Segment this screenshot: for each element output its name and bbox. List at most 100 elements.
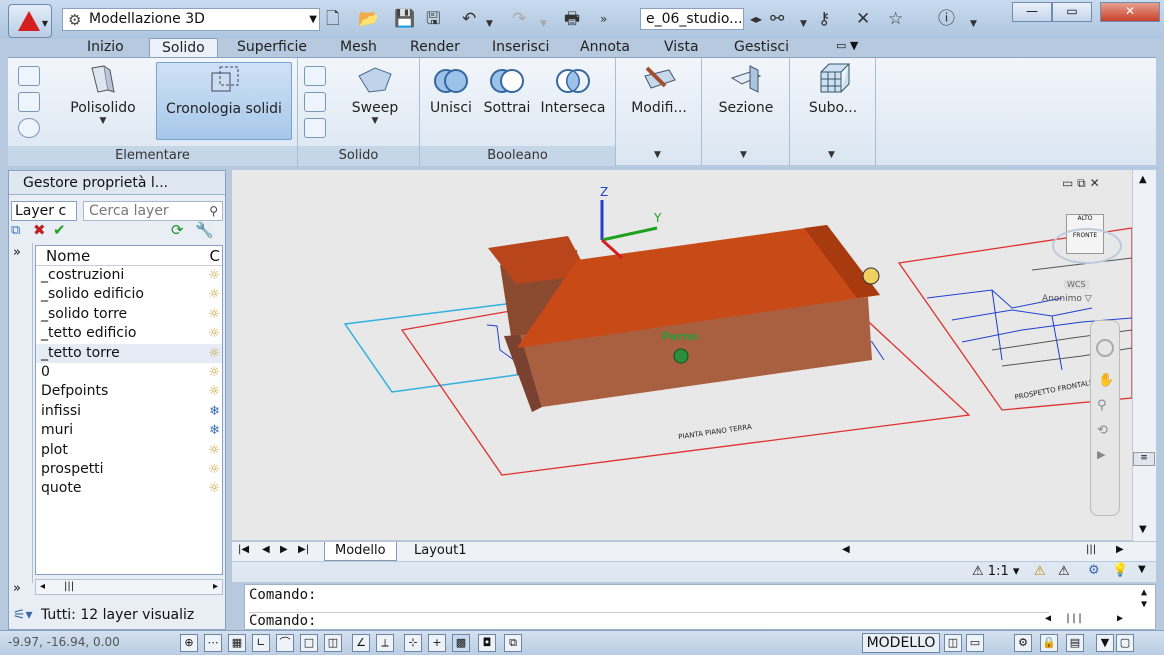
compass-ring[interactable] <box>1052 228 1122 264</box>
layer-row[interactable]: _tetto edificio ☼ <box>36 324 222 343</box>
scroll-left-icon[interactable]: ◀ <box>842 544 850 555</box>
chevron-down-icon[interactable]: ▼ <box>540 14 547 34</box>
osnap-icon[interactable]: □ <box>300 634 318 652</box>
sun-icon[interactable]: ☼ <box>208 344 220 363</box>
save-as-icon[interactable]: 🖫 <box>426 9 440 29</box>
set-current-icon[interactable]: ✔ <box>53 221 66 239</box>
pan-icon[interactable]: ✋ <box>1098 373 1114 388</box>
snowflake-icon[interactable]: ❄ <box>209 402 220 421</box>
layer-row[interactable]: _solido torre ☼ <box>36 305 222 324</box>
exchange-icon[interactable]: ✕ <box>856 9 870 29</box>
layer-filter-tab[interactable]: Layer c <box>11 201 77 221</box>
annotation-visibility-icon[interactable]: ⚠ <box>1034 564 1046 579</box>
quick-view-drawings-icon[interactable]: ▭ <box>966 634 984 652</box>
infer-constraints-icon[interactable]: ⊕ <box>180 634 198 652</box>
polisolido-button[interactable]: Polisolido ▼ <box>60 62 146 136</box>
first-tab-icon[interactable]: |◀ <box>238 544 249 555</box>
key-icon[interactable]: ⚷ <box>818 9 830 29</box>
wcs-label[interactable]: WCS <box>1064 280 1089 289</box>
new-layer-icon[interactable]: ⧉ <box>11 223 20 238</box>
tab-modello[interactable]: Modello <box>324 542 397 561</box>
interseca-button[interactable]: Interseca <box>536 66 610 126</box>
layer-row[interactable]: quote ☼ <box>36 479 222 498</box>
scroll-arrows-icon[interactable]: ◂▸ <box>750 9 762 29</box>
open-folder-icon[interactable]: 📂 <box>358 9 379 29</box>
scroll-down-icon[interactable]: ▼ <box>1139 524 1147 535</box>
close-viewport-icon[interactable]: ✕ <box>1090 176 1100 190</box>
last-tab-icon[interactable]: ▶| <box>298 544 309 555</box>
layer-row[interactable]: infissi ❄ <box>36 402 222 421</box>
workspace-gear-icon[interactable]: ⚙ <box>1014 634 1032 652</box>
model-space-button[interactable]: MODELLO <box>862 633 940 653</box>
transparency-icon[interactable]: ▩ <box>452 634 470 652</box>
sun-icon[interactable]: ☼ <box>208 285 220 304</box>
restore-button[interactable]: ▭ <box>1052 2 1092 22</box>
more-tools-icon[interactable]: » <box>600 9 607 29</box>
refresh-icon[interactable]: ⟳ <box>171 221 184 239</box>
tab-mesh[interactable]: Mesh <box>340 38 377 58</box>
cursor-coordinates[interactable]: -9.97, -16.94, 0.00 <box>8 635 120 649</box>
workspace-switch-icon[interactable]: ⚙ <box>1088 563 1100 578</box>
chevron-down-icon[interactable]: ▼ <box>1096 634 1114 652</box>
scroll-thumb[interactable]: ||| <box>1086 544 1096 555</box>
chevron-down-icon[interactable]: ▼ <box>1138 564 1146 575</box>
sottrai-button[interactable]: Sottrai <box>480 66 534 126</box>
layer-row[interactable]: plot ☼ <box>36 441 222 460</box>
box-icon[interactable] <box>18 66 40 86</box>
sun-icon[interactable]: ☼ <box>208 382 220 401</box>
filter-tree-collapsed[interactable]: » » <box>9 243 33 596</box>
otrack-icon[interactable]: ∠ <box>352 634 370 652</box>
lineweight-icon[interactable]: + <box>428 634 446 652</box>
tab-superficie[interactable]: Superficie <box>237 38 307 58</box>
chevron-down-icon[interactable]: ▼ <box>486 14 493 34</box>
tab-layout1[interactable]: Layout1 <box>404 542 476 561</box>
scroll-left-icon[interactable]: ◂ <box>40 581 45 592</box>
unisci-button[interactable]: Unisci <box>424 66 478 126</box>
steering-wheel-icon[interactable] <box>1096 339 1114 357</box>
scroll-left-icon[interactable]: ◀ <box>1045 613 1051 624</box>
tab-inserisci[interactable]: Inserisci <box>492 38 549 58</box>
layer-row-selected[interactable]: _tetto torre ☼ <box>36 343 222 363</box>
expand-icon[interactable]: » <box>13 245 21 260</box>
layer-row[interactable]: _costruzioni ☼ <box>36 266 222 285</box>
quick-view-layouts-icon[interactable]: ◫ <box>944 634 962 652</box>
zoom-icon[interactable]: ⚲ <box>1097 398 1113 413</box>
showmotion-icon[interactable]: ▶ <box>1097 448 1113 461</box>
new-file-icon[interactable]: 🗋 <box>326 9 340 29</box>
sun-icon[interactable]: ☼ <box>208 324 220 343</box>
sun-icon[interactable]: ☼ <box>208 441 220 460</box>
chevron-down-icon[interactable]: ▼ <box>800 14 807 34</box>
presspull-icon[interactable] <box>304 92 326 112</box>
chevron-down-icon[interactable]: ▼ <box>740 150 747 160</box>
dyn-icon[interactable]: ⊹ <box>404 634 422 652</box>
save-icon[interactable]: 💾 <box>394 9 415 29</box>
settings-wrench-icon[interactable]: 🔧 <box>195 221 214 239</box>
command-prompt[interactable]: Comando: <box>249 612 1049 629</box>
tab-annota[interactable]: Annota <box>580 38 630 58</box>
palette-title[interactable]: Gestore proprietà l... <box>9 171 225 195</box>
print-icon[interactable]: 🖶 <box>564 9 580 29</box>
tab-inizio[interactable]: Inizio <box>87 38 124 58</box>
search-input[interactable]: Cerca layer ⚲ <box>83 201 223 221</box>
application-menu-button[interactable]: ▼ <box>8 4 52 38</box>
snowflake-icon[interactable]: ❄ <box>209 421 220 440</box>
minimize-button[interactable]: — <box>1012 2 1052 22</box>
drawing-viewport[interactable]: Z Y Perno PIANTA PIANO TERRA PROSPETTO F… <box>232 170 1132 540</box>
hardware-acceleration-icon[interactable]: ▤ <box>1066 634 1084 652</box>
navigation-bar[interactable]: ✋ ⚲ ⟲ ▶ <box>1090 320 1120 516</box>
sun-icon[interactable]: ☼ <box>208 363 220 382</box>
layer-row[interactable]: _solido edificio ☼ <box>36 285 222 304</box>
column-header-c[interactable]: C <box>210 246 220 266</box>
selection-cycling-icon[interactable]: ⧉ <box>504 634 522 652</box>
clean-screen-icon[interactable]: ▢ <box>1116 634 1134 652</box>
lightbulb-icon[interactable]: 💡 <box>1112 563 1128 578</box>
polar-icon[interactable]: ⌒ <box>276 634 294 652</box>
grid-icon[interactable]: ▦ <box>228 634 246 652</box>
tab-solido[interactable]: Solido <box>149 38 218 58</box>
sezione-button[interactable]: Sezione <box>706 64 786 124</box>
redo-icon[interactable]: ↷ <box>512 9 526 29</box>
chevron-down-icon[interactable]: ▼ <box>828 150 835 160</box>
chevron-down-icon[interactable]: ▼ <box>970 14 977 34</box>
minimize-viewport-icon[interactable]: ▭ <box>1062 176 1073 190</box>
tab-gestisci[interactable]: Gestisci <box>734 38 789 58</box>
